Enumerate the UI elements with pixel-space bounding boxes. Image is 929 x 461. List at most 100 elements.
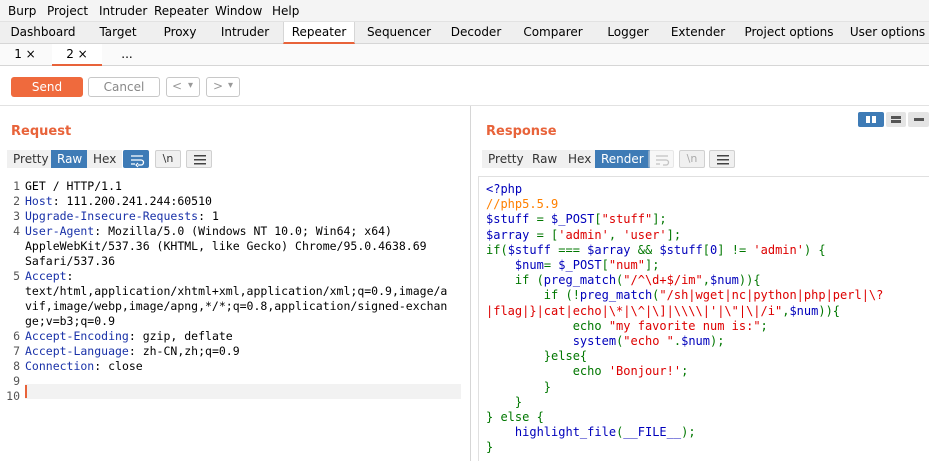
header-name: Upgrade-Insecure-Requests [25, 209, 199, 223]
line-number: 8 [13, 359, 20, 373]
cancel-button[interactable]: Cancel [88, 77, 160, 97]
menu-help[interactable]: Help [272, 4, 299, 18]
subtab-new[interactable]: ... [104, 44, 150, 66]
layout-toggle [858, 112, 929, 127]
code-line: $stuff = $_POST["stuff"]; [486, 212, 883, 227]
code-token: "num" [608, 258, 645, 273]
tab-decoder[interactable]: Decoder [440, 22, 512, 44]
menu-window[interactable]: Window [215, 4, 262, 18]
split-horizontal-icon[interactable] [858, 112, 884, 127]
code-token: echo [486, 318, 609, 333]
line-content: Accept: [25, 269, 73, 284]
request-line: 3 Upgrade-Insecure-Requests: 1 [0, 209, 470, 224]
code-line: } [486, 380, 883, 395]
code-line: if (preg_match("/^\d+$/im",$num)){ [486, 273, 883, 288]
code-token: ); [681, 425, 696, 440]
code-token: $array [486, 227, 537, 242]
menu-icon[interactable] [709, 150, 735, 168]
tabbed-view-icon[interactable] [908, 112, 929, 127]
send-button[interactable]: Send [11, 77, 83, 97]
code-token: $array [587, 242, 638, 257]
tab-logger[interactable]: Logger [594, 22, 662, 44]
header-value: GET / HTTP/1.1 [25, 179, 122, 193]
line-content: Safari/537.36 [25, 254, 115, 269]
history-back-button[interactable]: < ▾ [166, 77, 200, 97]
menu-repeater[interactable]: Repeater [154, 4, 209, 18]
code-token: <?php [486, 182, 523, 196]
word-wrap-icon[interactable] [648, 150, 674, 168]
header-name: Accept-Encoding [25, 329, 129, 343]
code-token: )){ [818, 303, 841, 318]
code-token: preg_match [543, 273, 617, 288]
line-content: Accept-Encoding: gzip, deflate [25, 329, 233, 344]
menu-icon[interactable] [186, 150, 212, 168]
code-token: $stuff [659, 242, 703, 257]
line-content: GET / HTTP/1.1 [25, 179, 122, 194]
code-token: } [486, 394, 523, 409]
line-number: 3 [13, 209, 20, 223]
code-token: } [486, 440, 494, 455]
tab-user-options[interactable]: User options [846, 22, 929, 44]
code-token: = [536, 212, 552, 227]
code-token: $stuff [486, 212, 537, 227]
header-value: : 111.200.241.244:60510 [52, 194, 212, 208]
header-value: vif,image/webp,image/apng,*/*;q=0.8,appl… [25, 299, 448, 313]
response-render-view: <?php//php5.5.9 $stuff = $_POST["stuff"];… [478, 176, 929, 461]
response-view-render[interactable]: Render [595, 150, 650, 168]
code-token: [ [594, 212, 602, 227]
code-token: ]; [666, 227, 682, 242]
response-view-pretty[interactable]: Pretty [482, 150, 530, 168]
response-view-hex[interactable]: Hex [562, 150, 598, 168]
header-value: text/html,application/xhtml+xml,applicat… [25, 284, 448, 298]
tab-intruder[interactable]: Intruder [210, 22, 280, 44]
code-line: highlight_file(__FILE__); [486, 425, 883, 440]
subtab-2[interactable]: 2 × [52, 44, 102, 66]
line-content: vif,image/webp,image/apng,*/*;q=0.8,appl… [25, 299, 447, 314]
request-line: 8 Connection: close [0, 359, 470, 374]
line-content: User-Agent: Mozilla/5.0 (Windows NT 10.0… [25, 224, 392, 239]
request-title: Request [11, 124, 72, 139]
code-token: //php5.5.9 [486, 197, 559, 212]
code-line: } [486, 440, 883, 455]
tab-comparer[interactable]: Comparer [512, 22, 594, 44]
request-editor[interactable]: 1 GET / HTTP/1.1 2 Host: 111.200.241.244:60… [0, 174, 470, 461]
header-name: Connection [25, 359, 95, 373]
menu-burp[interactable]: Burp [8, 4, 36, 18]
history-forward-button[interactable]: > ▾ [206, 77, 240, 97]
code-token: "stuff" [601, 212, 653, 227]
code-token: ] != [717, 242, 754, 257]
word-wrap-icon[interactable] [123, 150, 149, 168]
request-view-pretty[interactable]: Pretty [7, 150, 55, 168]
tab-project-options[interactable]: Project options [734, 22, 844, 44]
tab-repeater[interactable]: Repeater [283, 22, 355, 44]
tab-target[interactable]: Target [86, 22, 150, 44]
code-line: |flag|}|cat|echo|\*|\^|\]|\\\\|'|\"|\|/i… [486, 304, 883, 319]
code-token: && [637, 242, 660, 257]
header-value: AppleWebKit/537.36 (KHTML, like Gecko) C… [25, 239, 427, 253]
code-token: __FILE__ [623, 425, 682, 440]
request-line: text/html,application/xhtml+xml,applicat… [0, 284, 470, 299]
header-name: Accept-Language [25, 344, 129, 358]
request-line: 1 GET / HTTP/1.1 [0, 179, 470, 194]
request-view-raw[interactable]: Raw [51, 150, 89, 168]
tab-proxy[interactable]: Proxy [150, 22, 210, 44]
header-value: Safari/537.36 [25, 254, 116, 268]
show-newlines-button[interactable]: \n [155, 150, 181, 168]
request-view-hex[interactable]: Hex [87, 150, 123, 168]
code-token: 'admin' [558, 227, 609, 242]
menu-intruder[interactable]: Intruder [99, 4, 147, 18]
code-token: = [543, 258, 559, 273]
menu-project[interactable]: Project [47, 4, 88, 18]
tab-dashboard[interactable]: Dashboard [0, 22, 86, 44]
tab-extender[interactable]: Extender [662, 22, 734, 44]
chevron-left-icon: < [172, 79, 183, 93]
response-view-raw[interactable]: Raw [526, 150, 564, 168]
line-number: 4 [13, 224, 20, 238]
request-line: 6 Accept-Encoding: gzip, deflate [0, 329, 470, 344]
code-token: if ( [486, 273, 544, 288]
tab-sequencer[interactable]: Sequencer [358, 22, 440, 44]
pane-divider[interactable] [470, 106, 471, 461]
show-newlines-button[interactable]: \n [679, 150, 705, 168]
subtab-1[interactable]: 1 × [0, 44, 50, 66]
split-vertical-icon[interactable] [886, 112, 906, 127]
